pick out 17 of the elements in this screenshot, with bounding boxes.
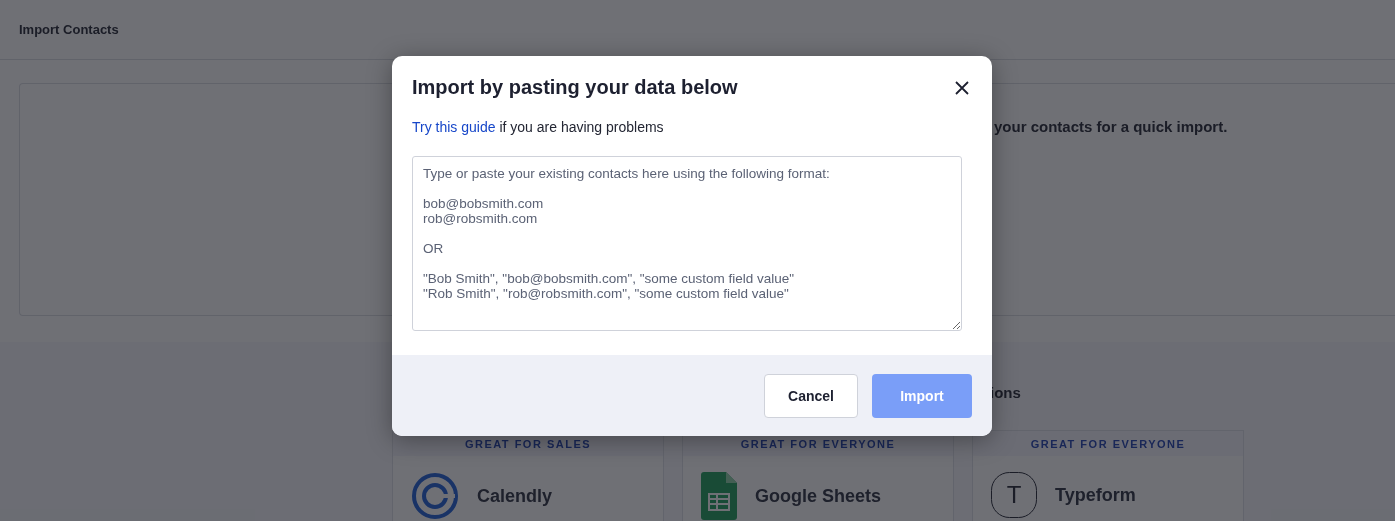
integration-card[interactable]: GREAT FOR SALES Calendly <box>392 430 664 521</box>
page-title: Import Contacts <box>19 22 119 37</box>
guide-link[interactable]: Try this guide <box>412 119 496 135</box>
integration-tag: GREAT FOR EVERYONE <box>973 431 1243 456</box>
calendar-logo-icon <box>411 472 459 520</box>
help-text: Try this guide if you are having problems <box>412 119 665 135</box>
letter-logo-icon: T <box>991 472 1037 518</box>
card-text: your contacts for a quick import. <box>994 118 1228 135</box>
integration-name: Google Sheets <box>755 485 882 507</box>
contacts-input-field[interactable]: Type or paste your existing contacts here using the following format: bob@bobsmith.com rob@robsmith.com OR "Bob Smith", "bob@bobsmith.com", "some custom field value" "Rob Smith", "rob@robsmith.com", "some custom field value" <box>412 156 962 331</box>
close-icon <box>954 79 970 96</box>
integration-name: Calendly <box>477 485 553 507</box>
integration-name: Typeform <box>1055 484 1136 506</box>
dialog-title: Import by pasting your data below <box>412 76 738 99</box>
integration-card[interactable]: GREAT FOR EVERYONE T Typeform <box>972 430 1244 521</box>
spreadsheet-icon <box>701 472 737 520</box>
cancel-button[interactable]: Cancel <box>764 373 858 418</box>
